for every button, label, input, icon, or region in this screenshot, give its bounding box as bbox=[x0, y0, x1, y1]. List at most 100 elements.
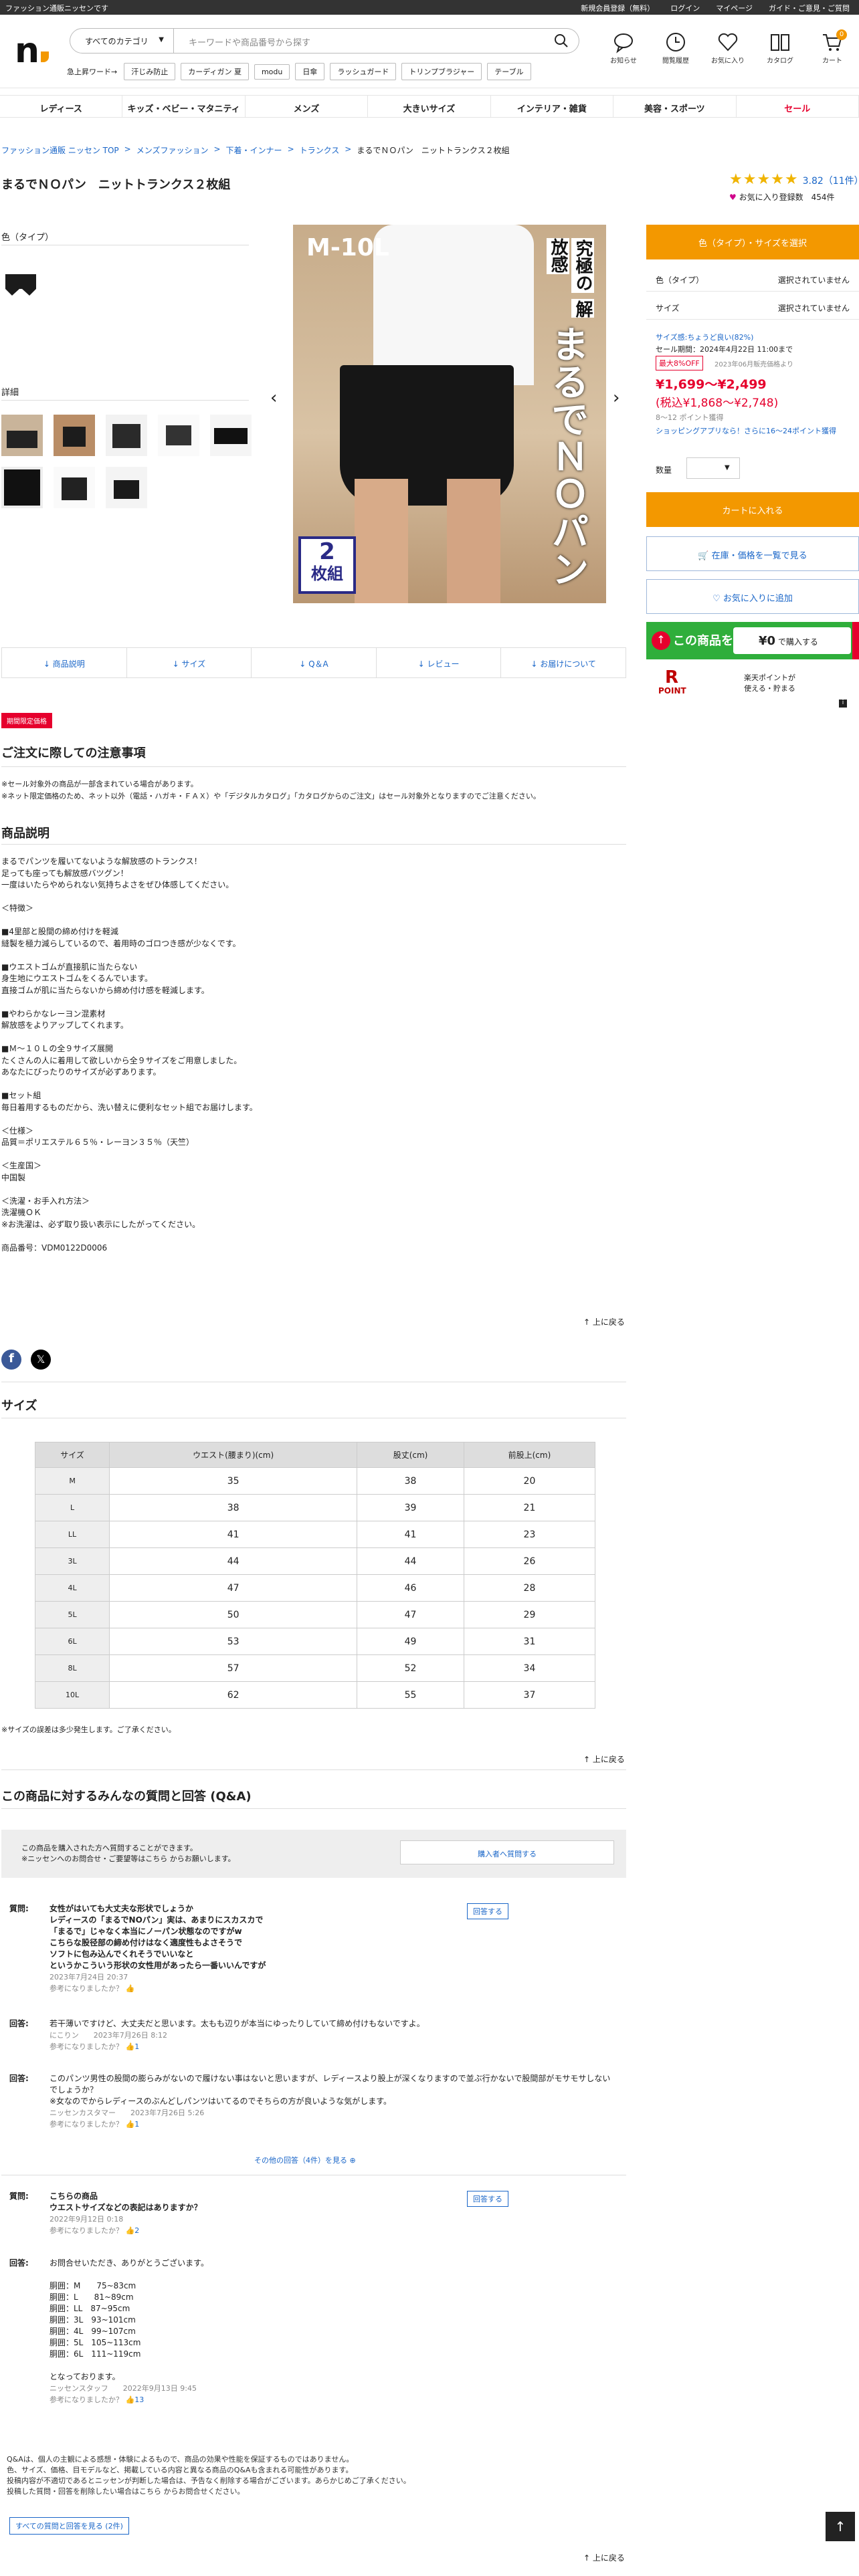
tab-description[interactable]: ↓ 商品説明 bbox=[2, 648, 127, 677]
size-fit-link[interactable]: サイズ感:ちょうど良い(82%) bbox=[656, 332, 753, 342]
site-logo[interactable]: n bbox=[15, 33, 50, 68]
breadcrumb-inner[interactable]: 下着・インナー bbox=[226, 144, 282, 156]
size-table: サイズ ウエスト(腰まり)(cm) 股丈(cm) 前股上(cm) M 35 38 20… bbox=[34, 1442, 596, 1709]
rating-link[interactable]: 3.82（11件） bbox=[803, 176, 859, 187]
size-col-header: ウエスト(腰まり)(cm) bbox=[109, 1442, 358, 1468]
size-label-cell: 5L bbox=[34, 1601, 110, 1628]
ask-buyer-button[interactable]: 購入者へ質問する bbox=[400, 1840, 614, 1864]
search-icon[interactable] bbox=[553, 33, 569, 49]
register-link[interactable]: 新規会員登録（無料） bbox=[581, 3, 654, 13]
thumbs-up-icon[interactable]: 👍 bbox=[126, 2120, 135, 2129]
nav-interior[interactable]: インテリア・雑貨 bbox=[491, 96, 614, 117]
breadcrumb-trunks[interactable]: トランクス bbox=[300, 144, 340, 156]
detail-label: 詳細 bbox=[1, 388, 19, 398]
search-input[interactable]: キーワードや商品番号から探す bbox=[174, 28, 579, 53]
notification-button[interactable]: お知らせ bbox=[602, 31, 645, 65]
size-label-cell: 6L bbox=[34, 1628, 110, 1655]
thumbnail[interactable] bbox=[158, 415, 199, 456]
color-swatch[interactable] bbox=[1, 265, 40, 304]
tab-review[interactable]: ↓ レビュー bbox=[377, 648, 502, 677]
nav-kids[interactable]: キッズ・ベビー・マタニティ bbox=[122, 96, 246, 117]
thumbnail[interactable] bbox=[106, 467, 147, 508]
thumbnail[interactable] bbox=[106, 415, 147, 456]
breadcrumb-top[interactable]: ファッション通販 ニッセン TOP bbox=[1, 144, 119, 156]
table-row: LL 41 41 23 bbox=[34, 1521, 596, 1548]
favorites-button[interactable]: お気に入り bbox=[706, 31, 749, 65]
chevron-down-icon: ▼ bbox=[725, 464, 730, 471]
add-to-cart-button[interactable]: カートに入れる bbox=[646, 492, 859, 527]
thumbnail[interactable] bbox=[1, 467, 43, 508]
login-link[interactable]: ログイン bbox=[670, 3, 700, 13]
clock-icon bbox=[666, 33, 685, 51]
back-to-top-link[interactable]: ↑ 上に戻る bbox=[583, 2552, 625, 2563]
size-value-cell: 62 bbox=[109, 1681, 358, 1709]
x-icon[interactable]: 𝕏 bbox=[31, 1350, 51, 1370]
nav-beauty[interactable]: 美容・スポーツ bbox=[613, 96, 737, 117]
keyword-chip[interactable]: カーディガン 夏 bbox=[181, 63, 249, 80]
size-value-cell: 26 bbox=[463, 1547, 596, 1575]
thumbs-up-icon[interactable]: 👍 bbox=[126, 1984, 135, 1993]
category-select[interactable]: すべてのカテゴリ ▼ bbox=[70, 28, 174, 53]
nav-ladies[interactable]: レディース bbox=[0, 96, 123, 117]
mypage-link[interactable]: マイページ bbox=[716, 3, 753, 13]
all-qa-button[interactable]: すべての質問と回答を見る (2件) bbox=[9, 2517, 129, 2535]
thumbnail[interactable] bbox=[1, 415, 43, 456]
plus-circle-icon: ⊕ bbox=[349, 2156, 356, 2165]
back-to-top-link[interactable]: ↑ 上に戻る bbox=[583, 1316, 625, 1327]
page-top-button[interactable]: ↑ bbox=[826, 2512, 855, 2541]
thumbs-up-icon[interactable]: 👍 bbox=[126, 2226, 135, 2235]
rating: ★★★★★ 3.82（11件） bbox=[729, 171, 859, 188]
heart-icon bbox=[718, 33, 738, 51]
tab-size[interactable]: ↓ サイズ bbox=[127, 648, 252, 677]
image-catch-text: 究極の bbox=[571, 238, 594, 293]
catalog-button[interactable]: カタログ bbox=[759, 31, 801, 65]
next-image-arrow[interactable]: › bbox=[613, 388, 619, 408]
tab-qa[interactable]: ↓ Q＆A bbox=[252, 648, 377, 677]
breadcrumb-sep: > bbox=[213, 144, 221, 154]
select-option-button[interactable]: 色（タイプ）・サイズを選択 bbox=[646, 225, 859, 259]
facebook-icon[interactable]: f bbox=[1, 1350, 21, 1370]
nav-sale[interactable]: セール bbox=[737, 96, 859, 117]
thumbs-up-icon[interactable]: 👍 bbox=[126, 2395, 135, 2404]
tab-delivery[interactable]: ↓ お届けについて bbox=[501, 648, 626, 677]
history-button[interactable]: 閲覧履歴 bbox=[654, 31, 697, 65]
size-label-cell: 4L bbox=[34, 1574, 110, 1602]
cart-button[interactable]: カート 0 bbox=[811, 29, 854, 65]
thumbnail[interactable] bbox=[54, 467, 95, 508]
size-value-cell: 57 bbox=[109, 1654, 358, 1682]
keyword-chip[interactable]: トリンプブラジャー bbox=[401, 63, 482, 80]
size-value-cell: 44 bbox=[109, 1547, 358, 1575]
prev-image-arrow[interactable]: ‹ bbox=[270, 388, 277, 408]
nav-large-size[interactable]: 大きいサイズ bbox=[368, 96, 491, 117]
keyword-chip[interactable]: 汗じみ防止 bbox=[124, 63, 176, 80]
app-points-link[interactable]: ショッピングアプリなら！さらに16〜24ポイント獲得 bbox=[656, 425, 836, 436]
keyword-chip[interactable]: テーブル bbox=[487, 63, 531, 80]
notice-title: ご注文に際しての注意事項 bbox=[1, 746, 146, 760]
info-icon[interactable]: i bbox=[839, 700, 847, 708]
size-value-cell: 44 bbox=[357, 1547, 464, 1575]
add-favorite-button[interactable]: ♡ お気に入りに追加 bbox=[646, 579, 859, 614]
size-value-cell: 55 bbox=[357, 1681, 464, 1709]
points-text: 8～12 ポイント獲得 bbox=[656, 413, 724, 422]
thumbnail[interactable] bbox=[210, 415, 252, 456]
cart-icon: 🛒 bbox=[698, 551, 712, 561]
quantity-select[interactable]: ▼ bbox=[686, 457, 740, 479]
nav-mens[interactable]: メンズ bbox=[246, 96, 369, 117]
stock-list-button[interactable]: 🛒 在庫・価格を一覧で見る bbox=[646, 536, 859, 571]
zero-yen-banner[interactable]: ↑ この商品を ¥0 で購入する bbox=[646, 622, 859, 659]
back-to-top-link[interactable]: ↑ 上に戻る bbox=[583, 1753, 625, 1765]
keyword-chip[interactable]: 日傘 bbox=[295, 63, 325, 80]
keyword-chip[interactable]: ラッシュガード bbox=[330, 63, 397, 80]
option-row: 色（タイプ） 選択されていません bbox=[646, 265, 859, 292]
heart-icon: ♡ bbox=[712, 594, 723, 604]
breadcrumb-mens[interactable]: メンズファッション bbox=[136, 144, 209, 156]
thumbs-up-icon[interactable]: 👍 bbox=[126, 2042, 135, 2051]
answer-button[interactable]: 回答する bbox=[467, 1903, 508, 1919]
trending-label: 急上昇ワード→ bbox=[67, 68, 118, 76]
thumbnail[interactable] bbox=[54, 415, 95, 456]
more-answers-link[interactable]: その他の回答（4件）を見る ⊕ bbox=[254, 2155, 356, 2165]
guide-link[interactable]: ガイド・ご意見・ご質問 bbox=[769, 3, 850, 13]
keyword-chip[interactable]: modu bbox=[254, 64, 290, 80]
answer-button[interactable]: 回答する bbox=[467, 2191, 508, 2207]
size-value-cell: 29 bbox=[463, 1601, 596, 1628]
